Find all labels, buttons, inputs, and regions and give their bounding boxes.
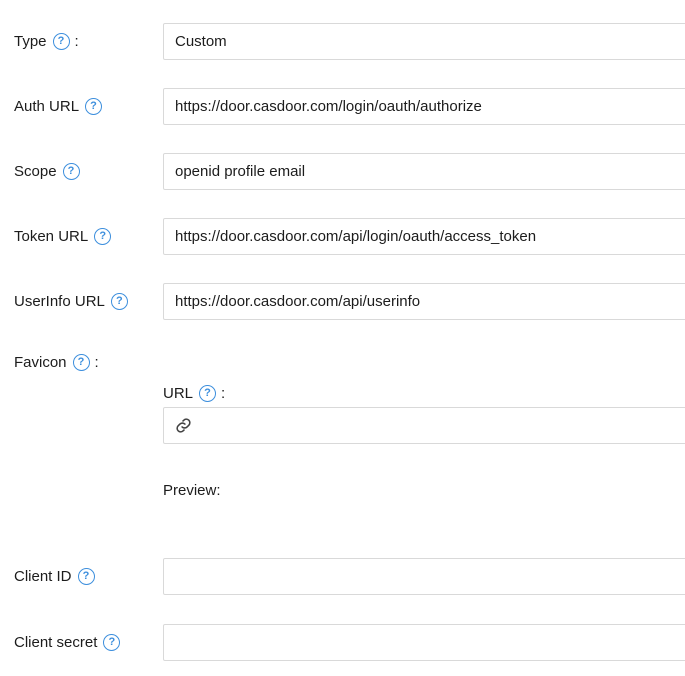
label-colon: :	[221, 385, 225, 402]
type-label-text: Type	[14, 33, 47, 50]
client-secret-label-text: Client secret	[14, 634, 97, 651]
favicon-preview-label: Preview:	[163, 478, 221, 502]
scope-input[interactable]	[163, 153, 685, 190]
auth-url-label: Auth URL ?	[14, 88, 102, 125]
help-icon[interactable]: ?	[103, 634, 120, 651]
token-url-label: Token URL ?	[14, 218, 111, 255]
client-secret-label: Client secret ?	[14, 624, 120, 661]
provider-edit-form: { "colors": { "help_icon": "#3d8fdd", "i…	[0, 0, 685, 676]
type-label: Type ? :	[14, 23, 79, 60]
link-icon	[175, 417, 192, 434]
client-id-label-text: Client ID	[14, 568, 72, 585]
token-url-label-text: Token URL	[14, 228, 88, 245]
scope-label-text: Scope	[14, 163, 57, 180]
favicon-url-label-text: URL	[163, 385, 193, 402]
favicon-url-input-wrap	[163, 407, 685, 444]
help-icon[interactable]: ?	[85, 98, 102, 115]
favicon-label: Favicon ? :	[14, 350, 99, 374]
label-colon: :	[75, 33, 79, 50]
auth-url-input[interactable]	[163, 88, 685, 125]
client-secret-input[interactable]	[163, 624, 685, 661]
label-colon: :	[95, 354, 99, 371]
userinfo-url-label: UserInfo URL ?	[14, 283, 128, 320]
userinfo-url-input[interactable]	[163, 283, 685, 320]
userinfo-url-label-text: UserInfo URL	[14, 293, 105, 310]
help-icon[interactable]: ?	[94, 228, 111, 245]
help-icon[interactable]: ?	[199, 385, 216, 402]
token-url-input[interactable]	[163, 218, 685, 255]
help-icon[interactable]: ?	[73, 354, 90, 371]
help-icon[interactable]: ?	[63, 163, 80, 180]
scope-label: Scope ?	[14, 153, 80, 190]
auth-url-label-text: Auth URL	[14, 98, 79, 115]
help-icon[interactable]: ?	[53, 33, 70, 50]
help-icon[interactable]: ?	[111, 293, 128, 310]
favicon-url-label: URL ? :	[163, 381, 225, 405]
favicon-preview-label-text: Preview:	[163, 482, 221, 499]
favicon-url-input[interactable]	[201, 408, 685, 443]
favicon-label-text: Favicon	[14, 354, 67, 371]
client-id-label: Client ID ?	[14, 558, 95, 595]
help-icon[interactable]: ?	[78, 568, 95, 585]
client-id-input[interactable]	[163, 558, 685, 595]
type-select[interactable]	[163, 23, 685, 60]
